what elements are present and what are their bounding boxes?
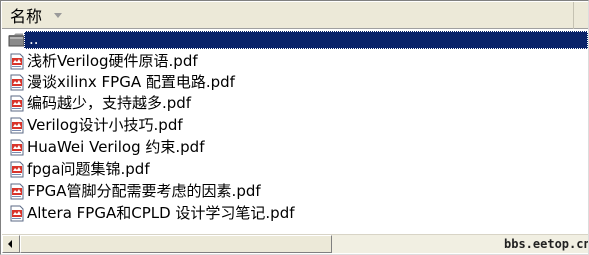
column-header: 名称 [2, 1, 574, 29]
file-list: .. 浅析Verilog硬件原语.pdf 漫谈xilinx FPGA 配置电路.… [2, 29, 588, 234]
file-row[interactable]: Verilog设计小技巧.pdf [2, 115, 588, 136]
arrow-left-icon [8, 240, 12, 248]
file-name: .. [29, 30, 39, 48]
file-name: HuaWei Verilog 约束.pdf [27, 138, 205, 156]
pdf-file-icon [10, 205, 24, 222]
file-row[interactable]: FPGA管脚分配需要考虑的因素.pdf [2, 181, 588, 202]
pdf-file-icon [10, 139, 24, 156]
pdf-file-icon [10, 74, 24, 91]
pdf-file-icon [10, 183, 24, 200]
file-name: FPGA管脚分配需要考虑的因素.pdf [27, 182, 261, 200]
file-list-panel: 名称 .. 浅析Verilog硬件原语.pdf 漫谈xilinx FPGA 配置… [0, 0, 589, 255]
file-name: Verilog设计小技巧.pdf [27, 116, 183, 134]
file-name: 漫谈xilinx FPGA 配置电路.pdf [27, 73, 235, 91]
scroll-left-button[interactable] [2, 235, 20, 253]
horizontal-scrollbar[interactable] [2, 234, 588, 253]
file-row[interactable]: 漫谈xilinx FPGA 配置电路.pdf [2, 72, 588, 93]
file-name: 浅析Verilog硬件原语.pdf [27, 52, 198, 70]
file-row[interactable]: 浅析Verilog硬件原语.pdf [2, 51, 588, 72]
name-column-header[interactable]: 名称 [2, 1, 574, 29]
parent-folder-row[interactable]: .. [2, 29, 588, 50]
file-name: 编码越少，支持越多.pdf [27, 94, 192, 112]
file-name: Altera FPGA和CPLD 设计学习笔记.pdf [27, 204, 295, 222]
selection-highlight [24, 31, 588, 49]
watermark: bbs.eetop.cn [504, 237, 589, 251]
scrollbar-thumb[interactable] [20, 235, 332, 253]
file-row[interactable]: HuaWei Verilog 约束.pdf [2, 137, 588, 158]
file-row[interactable]: fpga问题集锦.pdf [2, 159, 588, 180]
pdf-file-icon [10, 53, 24, 70]
pdf-file-icon [10, 161, 24, 178]
sort-down-icon [54, 12, 63, 18]
header-filler [574, 2, 588, 29]
file-row[interactable]: Altera FPGA和CPLD 设计学习笔记.pdf [2, 203, 588, 224]
name-column-label: 名称 [10, 7, 43, 26]
pdf-file-icon [10, 117, 24, 134]
file-row[interactable]: 编码越少，支持越多.pdf [2, 93, 588, 114]
file-name: fpga问题集锦.pdf [27, 160, 150, 178]
pdf-file-icon [10, 95, 24, 112]
